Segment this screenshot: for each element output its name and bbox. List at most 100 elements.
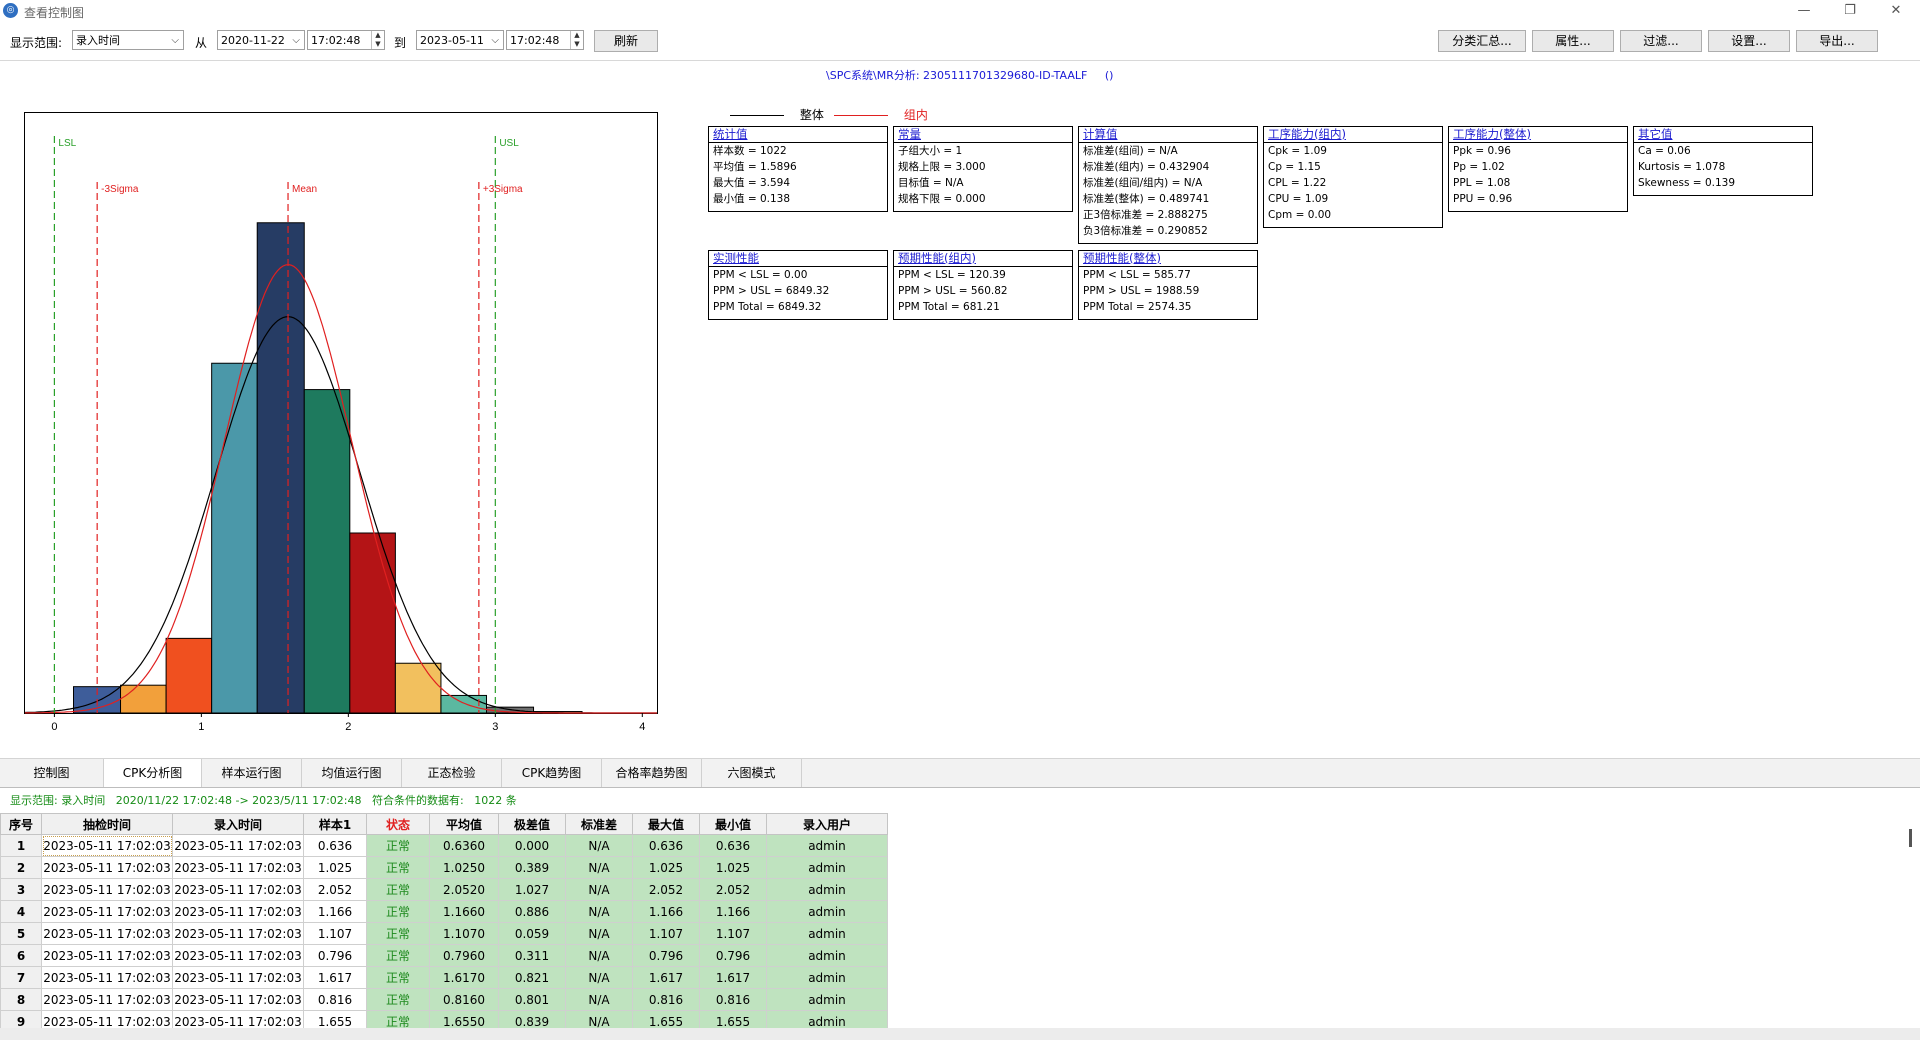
range-cell[interactable]: 0.801 bbox=[498, 988, 566, 1011]
row-index[interactable]: 8 bbox=[0, 988, 42, 1011]
sample-time-cell[interactable]: 2023-05-11 17:02:03 bbox=[41, 856, 173, 879]
entry-time-cell[interactable]: 2023-05-11 17:02:03 bbox=[172, 834, 304, 857]
range-cell[interactable]: 1.027 bbox=[498, 878, 566, 901]
sample-time-cell[interactable]: 2023-05-11 17:02:03 bbox=[41, 834, 173, 857]
entry-time-cell[interactable]: 2023-05-11 17:02:03 bbox=[172, 856, 304, 879]
max-cell[interactable]: 0.816 bbox=[632, 988, 700, 1011]
stddev-cell[interactable]: N/A bbox=[565, 922, 633, 945]
sample-time-cell[interactable]: 2023-05-11 17:02:03 bbox=[41, 878, 173, 901]
min-cell[interactable]: 0.816 bbox=[699, 988, 767, 1011]
status-cell[interactable]: 正常 bbox=[366, 922, 430, 945]
col-header-mean[interactable]: 平均值 bbox=[429, 813, 499, 835]
mean-cell[interactable]: 2.0520 bbox=[429, 878, 499, 901]
sample1-cell[interactable]: 0.816 bbox=[303, 988, 367, 1011]
stddev-cell[interactable]: N/A bbox=[565, 944, 633, 967]
max-cell[interactable]: 1.025 bbox=[632, 856, 700, 879]
min-cell[interactable]: 1.166 bbox=[699, 900, 767, 923]
range-cell[interactable]: 0.311 bbox=[498, 944, 566, 967]
status-cell[interactable]: 正常 bbox=[366, 900, 430, 923]
mean-cell[interactable]: 1.6170 bbox=[429, 966, 499, 989]
max-cell[interactable]: 0.796 bbox=[632, 944, 700, 967]
close-button[interactable]: ✕ bbox=[1874, 1, 1918, 21]
max-cell[interactable]: 2.052 bbox=[632, 878, 700, 901]
col-header-entry-time[interactable]: 录入时间 bbox=[172, 813, 304, 835]
sample-time-cell[interactable]: 2023-05-11 17:02:03 bbox=[41, 944, 173, 967]
range-cell[interactable]: 0.821 bbox=[498, 966, 566, 989]
table-row[interactable]: 2 2023-05-11 17:02:03 2023-05-11 17:02:03 1… bbox=[0, 856, 888, 879]
entry-user-cell[interactable]: admin bbox=[766, 900, 888, 923]
mean-cell[interactable]: 0.8160 bbox=[429, 988, 499, 1011]
sample1-cell[interactable]: 1.617 bbox=[303, 966, 367, 989]
tab-sample-run[interactable]: 样本运行图 bbox=[202, 759, 302, 787]
min-cell[interactable]: 2.052 bbox=[699, 878, 767, 901]
col-header-index[interactable]: 序号 bbox=[0, 813, 42, 835]
stddev-cell[interactable]: N/A bbox=[565, 856, 633, 879]
range-cell[interactable]: 0.886 bbox=[498, 900, 566, 923]
sample1-cell[interactable]: 0.796 bbox=[303, 944, 367, 967]
range-cell[interactable]: 0.000 bbox=[498, 834, 566, 857]
min-cell[interactable]: 0.796 bbox=[699, 944, 767, 967]
properties-button[interactable]: 属性... bbox=[1532, 30, 1614, 52]
table-row[interactable]: 7 2023-05-11 17:02:03 2023-05-11 17:02:03 1… bbox=[0, 966, 888, 989]
mean-cell[interactable]: 1.1070 bbox=[429, 922, 499, 945]
sample-time-cell[interactable]: 2023-05-11 17:02:03 bbox=[41, 922, 173, 945]
sample1-cell[interactable]: 1.025 bbox=[303, 856, 367, 879]
sample-time-cell[interactable]: 2023-05-11 17:02:03 bbox=[41, 900, 173, 923]
tab-cpk-trend[interactable]: CPK趋势图 bbox=[502, 759, 602, 787]
entry-time-cell[interactable]: 2023-05-11 17:02:03 bbox=[172, 966, 304, 989]
status-cell[interactable]: 正常 bbox=[366, 856, 430, 879]
col-header-range[interactable]: 极差值 bbox=[498, 813, 566, 835]
row-index[interactable]: 5 bbox=[0, 922, 42, 945]
sample-time-cell[interactable]: 2023-05-11 17:02:03 bbox=[41, 966, 173, 989]
row-index[interactable]: 6 bbox=[0, 944, 42, 967]
restore-button[interactable]: ❐ bbox=[1828, 1, 1872, 21]
max-cell[interactable]: 1.166 bbox=[632, 900, 700, 923]
minimize-button[interactable]: — bbox=[1782, 1, 1826, 21]
col-header-sample1[interactable]: 样本1 bbox=[303, 813, 367, 835]
status-cell[interactable]: 正常 bbox=[366, 988, 430, 1011]
table-row[interactable]: 3 2023-05-11 17:02:03 2023-05-11 17:02:03 2… bbox=[0, 878, 888, 901]
tab-normality-test[interactable]: 正态检验 bbox=[402, 759, 502, 787]
col-header-entry-user[interactable]: 录入用户 bbox=[766, 813, 888, 835]
max-cell[interactable]: 0.636 bbox=[632, 834, 700, 857]
tab-control-chart[interactable]: 控制图 bbox=[0, 759, 104, 787]
mean-cell[interactable]: 0.7960 bbox=[429, 944, 499, 967]
sample-time-cell[interactable]: 2023-05-11 17:02:03 bbox=[41, 988, 173, 1011]
stddev-cell[interactable]: N/A bbox=[565, 966, 633, 989]
tab-cpk-analysis[interactable]: CPK分析图 bbox=[104, 759, 202, 787]
category-summary-button[interactable]: 分类汇总... bbox=[1438, 30, 1526, 52]
col-header-sample-time[interactable]: 抽检时间 bbox=[41, 813, 173, 835]
entry-time-cell[interactable]: 2023-05-11 17:02:03 bbox=[172, 878, 304, 901]
range-cell[interactable]: 0.059 bbox=[498, 922, 566, 945]
settings-button[interactable]: 设置... bbox=[1708, 30, 1790, 52]
min-cell[interactable]: 1.617 bbox=[699, 966, 767, 989]
entry-time-cell[interactable]: 2023-05-11 17:02:03 bbox=[172, 900, 304, 923]
table-row[interactable]: 8 2023-05-11 17:02:03 2023-05-11 17:02:03 0… bbox=[0, 988, 888, 1011]
sample1-cell[interactable]: 1.166 bbox=[303, 900, 367, 923]
horizontal-scrollbar[interactable] bbox=[0, 1028, 1920, 1040]
min-cell[interactable]: 1.025 bbox=[699, 856, 767, 879]
mean-cell[interactable]: 1.1660 bbox=[429, 900, 499, 923]
entry-user-cell[interactable]: admin bbox=[766, 834, 888, 857]
col-header-status[interactable]: 状态 bbox=[366, 813, 430, 835]
stddev-cell[interactable]: N/A bbox=[565, 878, 633, 901]
min-cell[interactable]: 1.107 bbox=[699, 922, 767, 945]
row-index[interactable]: 7 bbox=[0, 966, 42, 989]
tab-mean-run[interactable]: 均值运行图 bbox=[302, 759, 402, 787]
tab-yield-trend[interactable]: 合格率趋势图 bbox=[602, 759, 702, 787]
min-cell[interactable]: 0.636 bbox=[699, 834, 767, 857]
range-cell[interactable]: 0.389 bbox=[498, 856, 566, 879]
entry-user-cell[interactable]: admin bbox=[766, 944, 888, 967]
entry-time-cell[interactable]: 2023-05-11 17:02:03 bbox=[172, 944, 304, 967]
entry-user-cell[interactable]: admin bbox=[766, 966, 888, 989]
mean-cell[interactable]: 1.0250 bbox=[429, 856, 499, 879]
stddev-cell[interactable]: N/A bbox=[565, 834, 633, 857]
stddev-cell[interactable]: N/A bbox=[565, 988, 633, 1011]
status-cell[interactable]: 正常 bbox=[366, 834, 430, 857]
stddev-cell[interactable]: N/A bbox=[565, 900, 633, 923]
scrollbar-thumb[interactable] bbox=[1909, 829, 1912, 847]
row-index[interactable]: 3 bbox=[0, 878, 42, 901]
mean-cell[interactable]: 0.6360 bbox=[429, 834, 499, 857]
entry-user-cell[interactable]: admin bbox=[766, 988, 888, 1011]
table-row[interactable]: 6 2023-05-11 17:02:03 2023-05-11 17:02:03 0… bbox=[0, 944, 888, 967]
